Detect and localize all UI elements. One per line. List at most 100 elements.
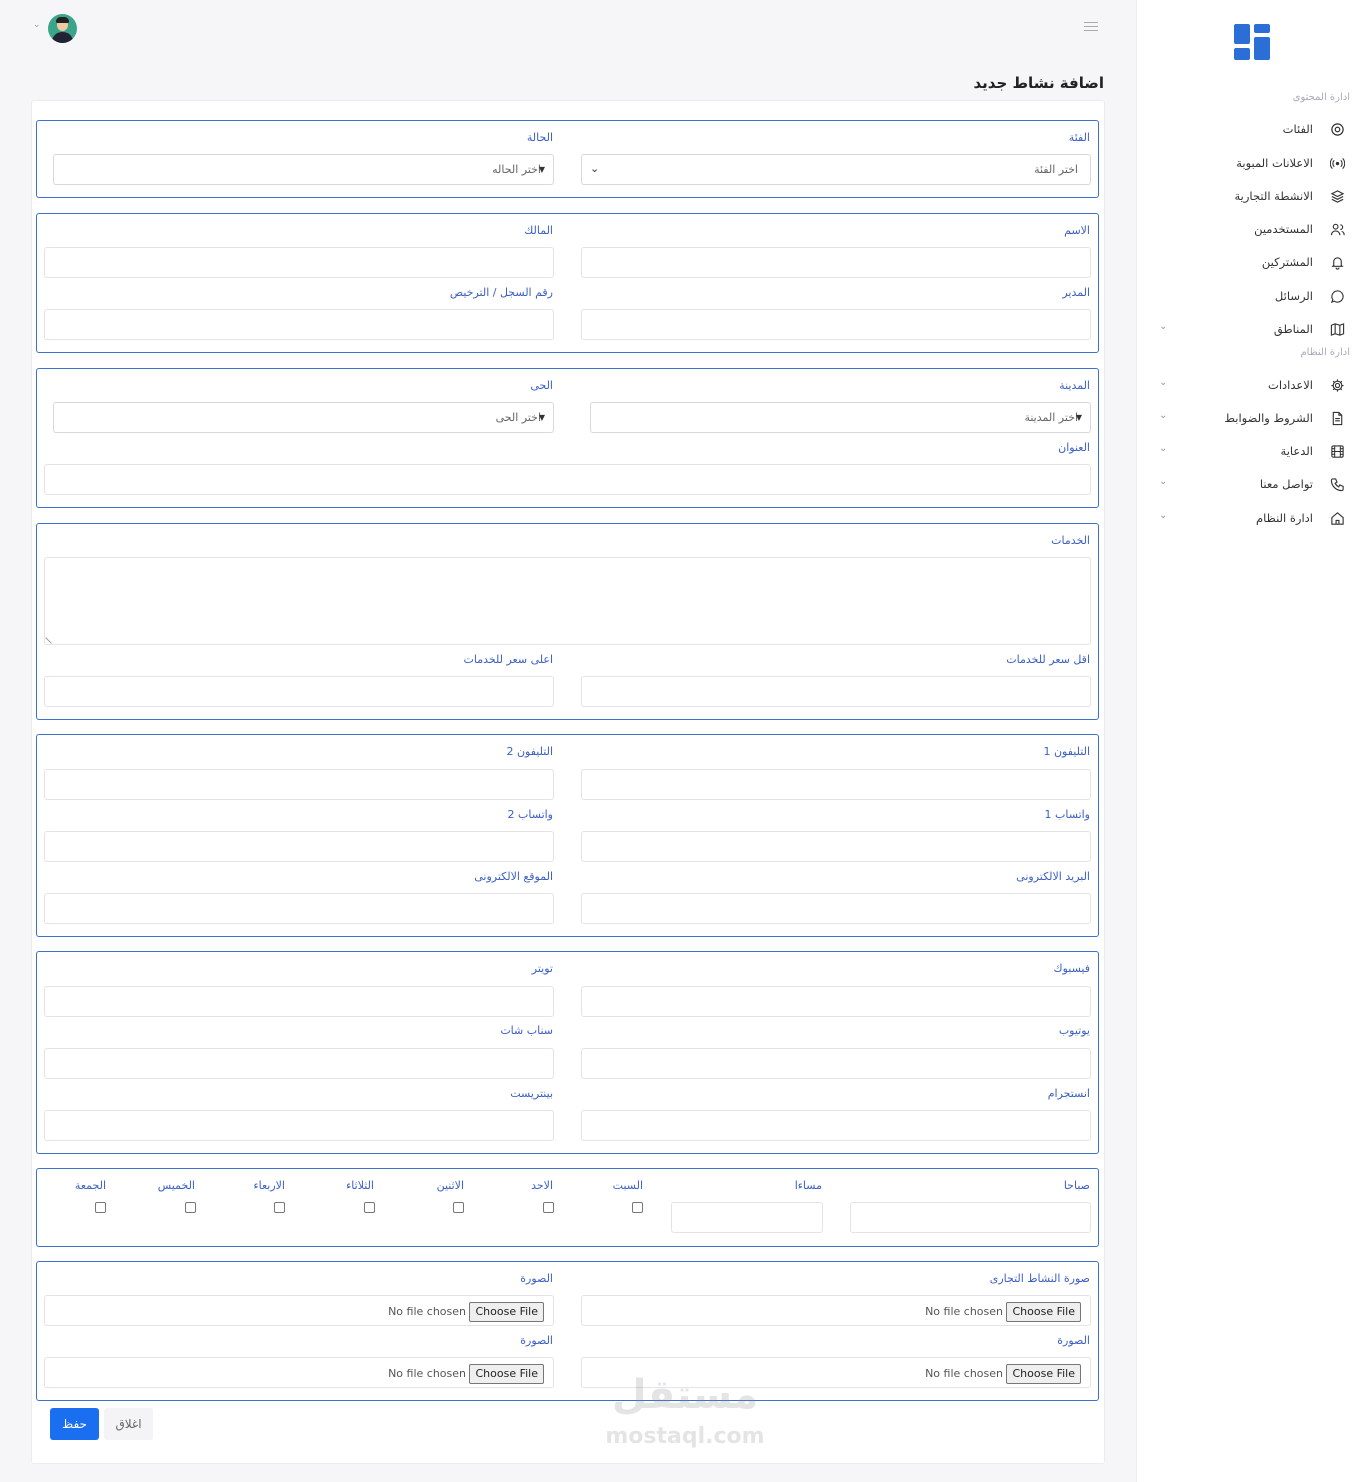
- services-group: الخدمات اقل سعر للخدمات اعلى سعر للخدمات: [36, 523, 1099, 720]
- sidebar-item-label: الرسائل: [1274, 289, 1313, 303]
- whatsapp1-label: واتساب 1: [1044, 808, 1090, 821]
- name-input[interactable]: [581, 247, 1091, 278]
- status-select[interactable]: اختر الحاله ▼: [53, 154, 554, 185]
- snapchat-input[interactable]: [44, 1048, 554, 1079]
- map-icon: [1330, 323, 1345, 336]
- no-file-text: No file chosen: [388, 1367, 466, 1380]
- max-price-input[interactable]: [44, 676, 554, 707]
- website-input[interactable]: [44, 893, 554, 924]
- address-input[interactable]: [44, 464, 1091, 495]
- image-file-input[interactable]: Choose File No file chosen: [44, 1295, 554, 1326]
- services-textarea[interactable]: [44, 557, 1091, 645]
- sidebar-item-categories[interactable]: الفئات: [1137, 117, 1366, 143]
- sidebar-section-system-title: ادارة النظام: [1300, 347, 1350, 358]
- chevron-down-icon[interactable]: ⌄: [1159, 476, 1167, 487]
- manager-input[interactable]: [581, 309, 1091, 340]
- youtube-label: يوتيوب: [1058, 1024, 1090, 1037]
- sidebar-item-contact-us[interactable]: تواصل معنا ⌄: [1137, 472, 1366, 498]
- sidebar-item-system-admin[interactable]: ادارة النظام ⌄: [1137, 506, 1366, 532]
- sidebar-item-label: ادارة النظام: [1256, 511, 1313, 525]
- sidebar: ادارة المحتوى الفئات الاعلانات المبوبة ا…: [1136, 0, 1366, 1482]
- evening-input[interactable]: [671, 1202, 823, 1233]
- youtube-input[interactable]: [581, 1048, 1091, 1079]
- chevron-down-icon[interactable]: ⌄: [1159, 321, 1167, 332]
- sidebar-item-subscribers[interactable]: المشتركين: [1137, 250, 1366, 276]
- choose-file-button[interactable]: Choose File: [469, 1302, 544, 1322]
- gear-icon: [1331, 379, 1344, 392]
- pinterest-input[interactable]: [44, 1110, 554, 1141]
- sidebar-item-label: المناطق: [1273, 322, 1313, 336]
- choose-file-button[interactable]: Choose File: [469, 1364, 544, 1384]
- instagram-input[interactable]: [581, 1110, 1091, 1141]
- dashboard-logo-icon[interactable]: [1234, 24, 1270, 60]
- twitter-input[interactable]: [44, 986, 554, 1017]
- watermark-latin: mostaql.com: [605, 1424, 765, 1449]
- save-button[interactable]: حفظ: [50, 1408, 99, 1440]
- day-checkbox-saturday[interactable]: [632, 1202, 643, 1213]
- watermark-arabic: مستقل: [611, 1372, 759, 1418]
- contact-group: التليفون 1 التليفون 2 واتساب 1 واتساب 2 …: [36, 734, 1099, 937]
- sidebar-item-ads[interactable]: الدعاية ⌄: [1137, 439, 1366, 465]
- choose-file-button[interactable]: Choose File: [1006, 1364, 1081, 1384]
- phone2-label: التليفون 2: [506, 745, 553, 758]
- bell-icon: [1331, 257, 1344, 270]
- whatsapp2-input[interactable]: [44, 831, 554, 862]
- business-image-file-input[interactable]: Choose File No file chosen: [581, 1295, 1091, 1326]
- resize-handle-icon[interactable]: [45, 632, 57, 644]
- working-hours-group: صباحا مساءا السبت الاحد الاثنين الثلاثاء…: [36, 1168, 1099, 1247]
- sidebar-section-content-title: ادارة المحتوى: [1292, 92, 1350, 103]
- chevron-down-icon[interactable]: ⌄: [1159, 510, 1167, 521]
- sidebar-item-regions[interactable]: المناطق ⌄: [1137, 317, 1366, 343]
- min-price-input[interactable]: [581, 676, 1091, 707]
- image-file-input[interactable]: Choose File No file chosen: [44, 1357, 554, 1388]
- avatar[interactable]: [48, 14, 77, 43]
- whatsapp1-input[interactable]: [581, 831, 1091, 862]
- sidebar-item-businesses[interactable]: الانشطة التجارية: [1137, 184, 1366, 210]
- identity-group: الاسم المالك المدير رقم السجل / الترخيص: [36, 213, 1099, 353]
- sidebar-item-messages[interactable]: الرسائل: [1137, 284, 1366, 310]
- users-icon: [1330, 223, 1345, 236]
- close-button[interactable]: اغلاق: [104, 1408, 153, 1440]
- sidebar-item-users[interactable]: المستخدمين: [1137, 217, 1366, 243]
- chevron-down-icon[interactable]: ⌄: [1159, 443, 1167, 454]
- image-label: الصورة: [1057, 1334, 1090, 1347]
- caret-down-icon: ▼: [538, 165, 545, 174]
- owner-input[interactable]: [44, 247, 554, 278]
- sidebar-item-classified-ads[interactable]: الاعلانات المبوبة: [1137, 151, 1366, 177]
- phone1-input[interactable]: [581, 769, 1091, 800]
- website-label: الموقع الالكترونى: [474, 870, 553, 883]
- day-checkbox-monday[interactable]: [453, 1202, 464, 1213]
- sidebar-item-terms[interactable]: الشروط والضوابط ⌄: [1137, 406, 1366, 432]
- license-label: رقم السجل / الترخيص: [449, 286, 553, 299]
- sidebar-item-label: تواصل معنا: [1259, 477, 1313, 491]
- sidebar-item-label: المشتركين: [1261, 255, 1313, 269]
- chevron-down-icon[interactable]: ⌄: [1159, 410, 1167, 421]
- chevron-down-icon[interactable]: ⌄: [33, 20, 41, 30]
- district-select[interactable]: اختر الحى ▼: [53, 402, 554, 433]
- sidebar-item-label: الاعدادات: [1268, 378, 1313, 392]
- morning-input[interactable]: [850, 1202, 1091, 1233]
- day-checkbox-tuesday[interactable]: [364, 1202, 375, 1213]
- day-checkbox-friday[interactable]: [95, 1202, 106, 1213]
- facebook-input[interactable]: [581, 986, 1091, 1017]
- chevron-down-icon[interactable]: ⌄: [1159, 377, 1167, 388]
- email-input[interactable]: [581, 893, 1091, 924]
- manager-label: المدير: [1062, 286, 1090, 299]
- morning-label: صباحا: [1063, 1179, 1090, 1192]
- choose-file-button[interactable]: Choose File: [1006, 1302, 1081, 1322]
- day-checkbox-sunday[interactable]: [543, 1202, 554, 1213]
- day-checkbox-thursday[interactable]: [185, 1202, 196, 1213]
- sidebar-item-settings[interactable]: الاعدادات ⌄: [1137, 373, 1366, 399]
- caret-down-icon: ▼: [538, 413, 545, 422]
- license-input[interactable]: [44, 309, 554, 340]
- caret-down-icon: ▼: [1075, 413, 1082, 422]
- phone2-input[interactable]: [44, 769, 554, 800]
- day-checkbox-wednesday[interactable]: [274, 1202, 285, 1213]
- menu-toggle-icon[interactable]: [1084, 22, 1098, 32]
- document-icon: [1332, 411, 1343, 426]
- day-label-tuesday: الثلاثاء: [346, 1179, 374, 1192]
- category-select[interactable]: اختر الفئة ⌄: [581, 154, 1091, 185]
- image-label: الصورة: [520, 1334, 553, 1347]
- city-select[interactable]: اختر المدينة ▼: [590, 402, 1091, 433]
- day-label-sunday: الاحد: [531, 1179, 553, 1192]
